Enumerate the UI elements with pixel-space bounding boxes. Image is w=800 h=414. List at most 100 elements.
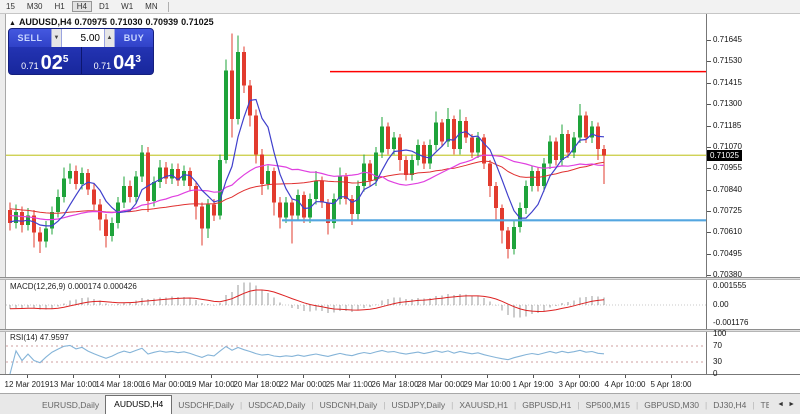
rsi-axis-label: 30	[713, 358, 722, 366]
price-tick-mark	[707, 190, 711, 191]
symbol-label: AUDUSD,H4	[19, 17, 72, 27]
macd-axis-label: 0.00	[713, 301, 729, 309]
price-tick-mark	[707, 168, 711, 169]
price-tick-label: 0.70380	[713, 271, 742, 279]
time-axis-label: 20 Mar 18:00	[233, 380, 280, 389]
sell-button[interactable]: SELL	[9, 29, 51, 47]
time-tick-mark	[579, 375, 580, 378]
time-tick-mark	[671, 375, 672, 378]
time-axis-label: 29 Mar 10:00	[463, 380, 510, 389]
price-tick-mark	[707, 275, 711, 276]
price-tick-label: 0.70495	[713, 250, 742, 258]
macd-label: MACD(12,26,9) 0.000174 0.000426	[10, 282, 137, 291]
timeframe-M30[interactable]: M30	[22, 1, 48, 12]
time-axis-label: 1 Apr 19:00	[513, 380, 554, 389]
timeframe-D1[interactable]: D1	[94, 1, 114, 12]
chart-tab-audusd-h4[interactable]: AUDUSD,H4	[105, 395, 172, 414]
price-tick-label: 0.70955	[713, 164, 742, 172]
time-tick-mark	[395, 375, 396, 378]
price-tick-mark	[707, 83, 711, 84]
time-axis-label: 3 Apr 00:00	[559, 380, 600, 389]
rsi-pane-canvas[interactable]	[6, 332, 706, 374]
rsi-axis-label: 100	[713, 330, 726, 338]
price-tick-label: 0.71530	[713, 57, 742, 65]
time-tick-mark	[73, 375, 74, 378]
sell-price[interactable]: 0.71025	[9, 47, 81, 75]
time-axis-label: 12 Mar 2019	[5, 380, 50, 389]
time-axis-label: 5 Apr 18:00	[651, 380, 692, 389]
price-tick-mark	[707, 126, 711, 127]
chart-tab-gbpusd-h1[interactable]: GBPUSD,H1	[516, 397, 577, 414]
chart-tab-gbpusd-m30[interactable]: GBPUSD,M30	[638, 397, 705, 414]
price-tick-label: 0.70610	[713, 228, 742, 236]
price-tick-label: 0.71300	[713, 100, 742, 108]
symbol-tabbar: EURUSD,DailyAUDUSD,H4USDCHF,Daily|USDCAD…	[0, 393, 800, 414]
chart-tab-usdcnh-daily[interactable]: USDCNH,Daily	[314, 397, 384, 414]
time-axis[interactable]: 12 Mar 201913 Mar 10:0014 Mar 18:0016 Ma…	[0, 374, 800, 393]
price-tick-mark	[707, 40, 711, 41]
volume-decrease-button[interactable]: ▼	[51, 29, 62, 47]
price-tick-mark	[707, 104, 711, 105]
open-value: 0.70975	[74, 17, 107, 27]
tab-scroll-right-icon[interactable]: ►	[788, 401, 795, 408]
one-click-trading-panel: SELL ▼ ▲ BUY 0.71025 0.71043	[8, 28, 154, 75]
price-tick-mark	[707, 232, 711, 233]
time-tick-mark	[211, 375, 212, 378]
price-tick-mark	[707, 61, 711, 62]
current-price-tag: 0.71025	[707, 150, 742, 161]
close-value: 0.71025	[181, 17, 214, 27]
timeframe-H1[interactable]: H1	[49, 1, 69, 12]
time-axis-label: 16 Mar 00:00	[141, 380, 188, 389]
macd-signal-line	[10, 290, 604, 312]
buy-button[interactable]: BUY	[115, 29, 153, 47]
price-tick-mark	[707, 254, 711, 255]
time-tick-mark	[441, 375, 442, 378]
price-tick-label: 0.70725	[713, 207, 742, 215]
timeframe-MN[interactable]: MN	[140, 1, 162, 12]
buy-price[interactable]: 0.71043	[82, 47, 154, 75]
panel-toggle-icon[interactable]: ▲	[9, 20, 16, 27]
tab-scroll-left-icon[interactable]: ◄	[777, 401, 784, 408]
macd-axis-label: 0.001555	[713, 282, 746, 290]
tab-scroll-buttons: ◄►	[769, 394, 800, 414]
chart-window[interactable]: MACD(12,26,9) 0.000174 0.000426 RSI(14) …	[0, 14, 800, 393]
time-tick-mark	[487, 375, 488, 378]
chart-tab-sp500-m15[interactable]: SP500,M15	[580, 397, 636, 414]
time-axis-label: 19 Mar 10:00	[187, 380, 234, 389]
timeframe-W1[interactable]: W1	[116, 1, 138, 12]
time-tick-mark	[119, 375, 120, 378]
time-tick-mark	[349, 375, 350, 378]
time-axis-label: 26 Mar 18:00	[371, 380, 418, 389]
price-tick-label: 0.71415	[713, 79, 742, 87]
chart-tab-usdjpy-daily[interactable]: USDJPY,Daily	[385, 397, 451, 414]
time-tick-mark	[625, 375, 626, 378]
rsi-axis-label: 70	[713, 342, 722, 350]
volume-increase-button[interactable]: ▲	[104, 29, 115, 47]
chart-tab-xauusd-h1[interactable]: XAUUSD,H1	[453, 397, 514, 414]
time-tick-mark	[257, 375, 258, 378]
pane-splitter-rsi[interactable]	[0, 329, 800, 332]
pane-splitter-macd[interactable]	[0, 277, 800, 280]
rsi-line	[10, 345, 604, 374]
chart-tab-dj30-h4[interactable]: DJ30,H4	[707, 397, 752, 414]
rsi-axis-label: 0	[713, 370, 717, 378]
time-axis-label: 22 Mar 00:00	[279, 380, 326, 389]
chart-tab-usdcad-daily[interactable]: USDCAD,Daily	[242, 397, 311, 414]
time-axis-label: 4 Apr 10:00	[605, 380, 646, 389]
timeframe-H4[interactable]: H4	[72, 1, 92, 12]
timeframe-toolbar: 15M30H1H4D1W1MN	[0, 0, 800, 14]
chart-tab-eurusd-daily[interactable]: EURUSD,Daily	[36, 397, 105, 414]
chart-tab-usdchf-daily[interactable]: USDCHF,Daily	[172, 397, 240, 414]
time-tick-mark	[165, 375, 166, 378]
price-tick-label: 0.71645	[713, 36, 742, 44]
price-tick-mark	[707, 147, 711, 148]
time-axis-label: 14 Mar 18:00	[95, 380, 142, 389]
high-value: 0.71030	[110, 17, 143, 27]
volume-input[interactable]	[62, 29, 104, 47]
low-value: 0.70939	[146, 17, 179, 27]
timeframe-15[interactable]: 15	[1, 1, 20, 12]
ohlc-line: ▲AUDUSD,H40.709750.710300.709390.71025	[9, 17, 217, 27]
rsi-label: RSI(14) 47.9597	[10, 333, 69, 342]
time-tick-mark	[533, 375, 534, 378]
time-tick-mark	[27, 375, 28, 378]
